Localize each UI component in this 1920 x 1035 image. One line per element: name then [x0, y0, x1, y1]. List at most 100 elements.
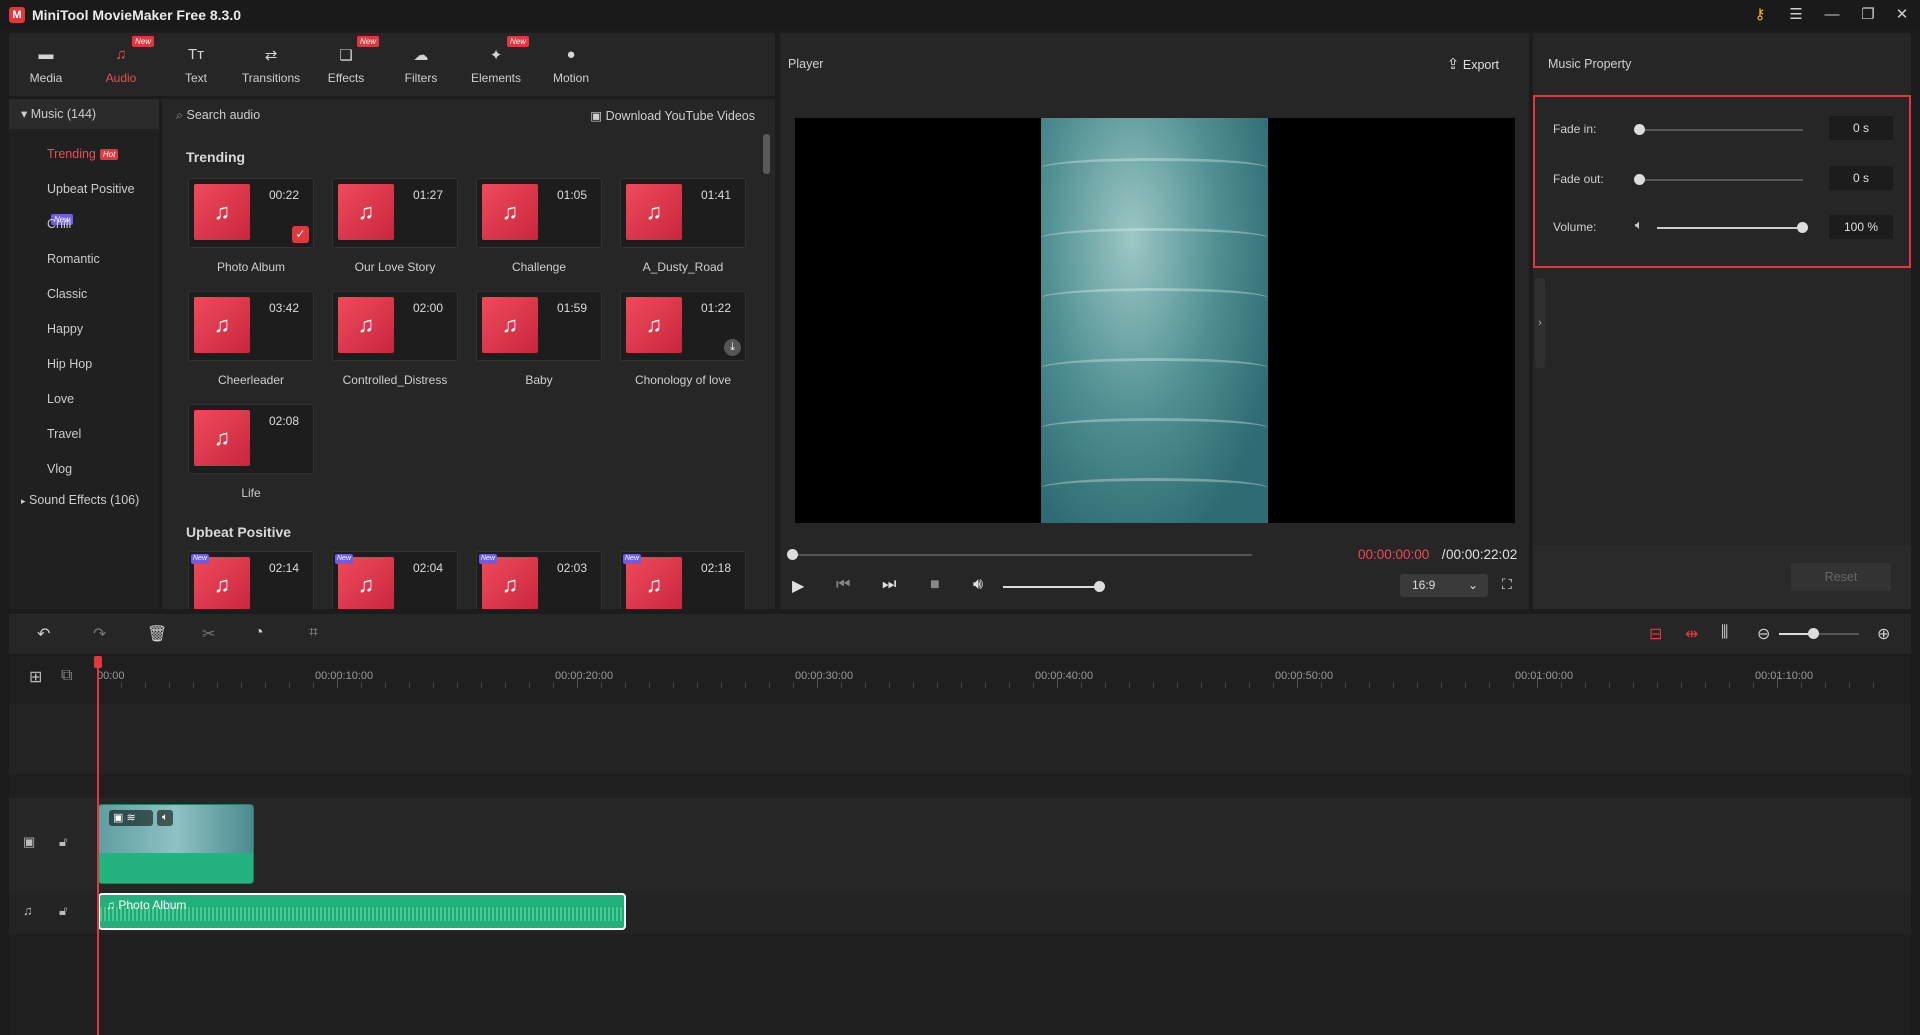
fade-in-slider[interactable]	[1634, 124, 1803, 135]
playhead-handle[interactable]	[94, 656, 102, 668]
volume-icon[interactable]: 🔊︎	[973, 576, 983, 594]
ruler-tick	[769, 682, 770, 688]
export-button[interactable]: ⇪ Export	[1447, 55, 1499, 73]
next-frame-icon[interactable]: ⏭	[882, 576, 896, 594]
music-note-icon: ♫	[501, 572, 519, 597]
redo-icon[interactable]: ↷	[93, 624, 106, 644]
library-scrollbar[interactable]	[763, 134, 770, 174]
lock-icon[interactable]: 🔓︎	[59, 903, 67, 919]
collapse-panel-button[interactable]: ›	[1535, 278, 1545, 368]
ruler-tick	[985, 682, 986, 688]
delete-icon[interactable]: 🗑︎	[147, 624, 167, 644]
zoom-fit-icon[interactable]: ⊟	[1649, 624, 1662, 644]
music-card-controlled-distress[interactable]: ♫ 02:00	[332, 291, 458, 361]
empty-track	[9, 704, 1911, 774]
music-card-photo-album[interactable]: ♫ 00:22 ✓	[188, 178, 314, 248]
sidebar-item-love[interactable]: Love	[9, 384, 159, 414]
collapse-arrow-icon: ▾	[21, 107, 28, 121]
music-card-a-dusty-road[interactable]: ♫ 01:41	[620, 178, 746, 248]
tab-filters[interactable]: ☁ Filters	[388, 33, 454, 96]
stop-icon[interactable]: ■	[930, 576, 940, 594]
zoom-in-icon[interactable]: ⊕	[1877, 624, 1890, 644]
aspect-ratio-select[interactable]: 16:9 ⌄	[1400, 574, 1488, 597]
music-card-chonology-of-love[interactable]: ♫ 01:22 ⤓	[620, 291, 746, 361]
split-icon[interactable]: ✂	[202, 624, 215, 644]
sidebar-item-label: Romantic	[47, 252, 100, 266]
music-card-upbeat[interactable]: ♫ New 02:04	[332, 551, 458, 609]
close-button[interactable]: ✕	[1888, 4, 1916, 26]
volume-handle[interactable]	[1094, 581, 1105, 592]
play-icon[interactable]: ▶	[792, 576, 804, 596]
ruler-tick	[1177, 682, 1178, 688]
ruler-tick	[1873, 682, 1874, 688]
tab-audio[interactable]: New ♫ Audio	[88, 33, 155, 96]
music-card-baby[interactable]: ♫ 01:59	[476, 291, 602, 361]
zoom-handle[interactable]	[1808, 628, 1819, 639]
split-audio-icon[interactable]: ⇹	[1685, 624, 1698, 644]
video-clip[interactable]: ▣ ≋ 🔈︎	[98, 804, 254, 884]
minimize-button[interactable]: —	[1818, 4, 1846, 26]
playback-progress[interactable]	[787, 549, 1252, 560]
time-ruler[interactable]: 00:00 00:00:10:00 00:00:20:00 00:00:30:0…	[97, 656, 1907, 688]
app-window: M MiniTool MovieMaker Free 8.3.0 ⚷ ☰ — ❐…	[0, 0, 1920, 1035]
progress-handle[interactable]	[787, 549, 798, 560]
music-card-upbeat[interactable]: ♫ New 02:14	[188, 551, 314, 609]
zoom-out-icon[interactable]: ⊖	[1757, 624, 1770, 644]
previous-frame-icon[interactable]: ⏮	[836, 576, 850, 594]
fade-out-slider[interactable]	[1634, 174, 1803, 185]
sidebar-item-classic[interactable]: Classic	[9, 279, 159, 309]
tab-elements[interactable]: New ✦ Elements	[463, 33, 530, 96]
fade-in-handle[interactable]	[1634, 124, 1645, 135]
sidebar-item-hip-hop[interactable]: Hip Hop	[9, 349, 159, 379]
music-note-icon: ♫	[645, 199, 663, 224]
undo-icon[interactable]: ↶	[37, 624, 50, 644]
sound-effects-category[interactable]: ▸ Sound Effects (106)	[9, 485, 159, 515]
fade-out-value[interactable]: 0 s	[1829, 166, 1893, 190]
duration: 01:27	[412, 188, 443, 202]
add-track-icon[interactable]: ⊞	[29, 667, 42, 687]
fade-in-value[interactable]: 0 s	[1829, 116, 1893, 140]
fullscreen-icon[interactable]: ⛶	[1502, 576, 1512, 593]
player-volume-slider[interactable]	[1003, 581, 1105, 592]
crop-icon[interactable]: ⌗	[309, 624, 318, 642]
music-card-upbeat[interactable]: ♫ New 02:03	[476, 551, 602, 609]
key-icon[interactable]: ⚷	[1746, 4, 1774, 26]
remove-track-icon[interactable]: ⧉	[61, 667, 72, 685]
tab-motion[interactable]: ● Motion	[538, 33, 604, 96]
music-card-upbeat[interactable]: ♫ New 02:18	[620, 551, 746, 609]
music-category-header[interactable]: ▾ Music (144)	[9, 99, 159, 129]
download-icon[interactable]: ⤓	[724, 339, 741, 356]
tab-text[interactable]: Tт Text	[163, 33, 229, 96]
sidebar-item-travel[interactable]: Travel	[9, 419, 159, 449]
search-audio-input[interactable]: ⌕ Search audio	[176, 108, 260, 123]
sidebar-item-upbeat-positive[interactable]: Upbeat PositiveNew	[9, 174, 159, 226]
music-name: Chonology of love	[634, 373, 732, 387]
volume-value[interactable]: 100 %	[1829, 215, 1893, 239]
audio-clip-photo-album[interactable]: ♫ Photo Album	[98, 893, 626, 930]
music-card-our-love-story[interactable]: ♫ 01:27	[332, 178, 458, 248]
sidebar-item-vlog[interactable]: Vlog	[9, 454, 159, 484]
speed-icon[interactable]: ◔	[254, 624, 264, 642]
sidebar-item-chill[interactable]: Chill	[9, 209, 159, 239]
tab-transitions[interactable]: ⇄ Transitions	[238, 33, 304, 96]
reset-button[interactable]: Reset	[1791, 563, 1891, 591]
sidebar-item-trending[interactable]: Trending Hot	[9, 139, 159, 169]
sidebar-item-happy[interactable]: Happy	[9, 314, 159, 344]
menu-icon[interactable]: ☰	[1782, 4, 1810, 26]
maximize-button[interactable]: ❐	[1854, 4, 1882, 26]
sidebar-item-romantic[interactable]: Romantic	[9, 244, 159, 274]
music-card-life[interactable]: ♫ 02:08	[188, 404, 314, 474]
zoom-slider[interactable]	[1779, 628, 1859, 639]
clip-audio-icon[interactable]: 🔈︎	[157, 810, 173, 826]
music-card-challenge[interactable]: ♫ 01:05	[476, 178, 602, 248]
tab-media[interactable]: ▬ Media	[13, 33, 79, 96]
property-volume-handle[interactable]	[1797, 222, 1808, 233]
property-volume-slider[interactable]	[1657, 222, 1808, 233]
download-youtube-button[interactable]: ▣ Download YouTube Videos	[590, 108, 755, 123]
playhead[interactable]	[97, 656, 99, 1035]
snap-icon[interactable]: ⫼	[1721, 624, 1728, 642]
lock-icon[interactable]: 🔓︎	[59, 834, 67, 850]
fade-out-handle[interactable]	[1634, 174, 1645, 185]
tab-effects[interactable]: New ❏ Effects	[313, 33, 380, 96]
music-card-cheerleader[interactable]: ♫ 03:42	[188, 291, 314, 361]
